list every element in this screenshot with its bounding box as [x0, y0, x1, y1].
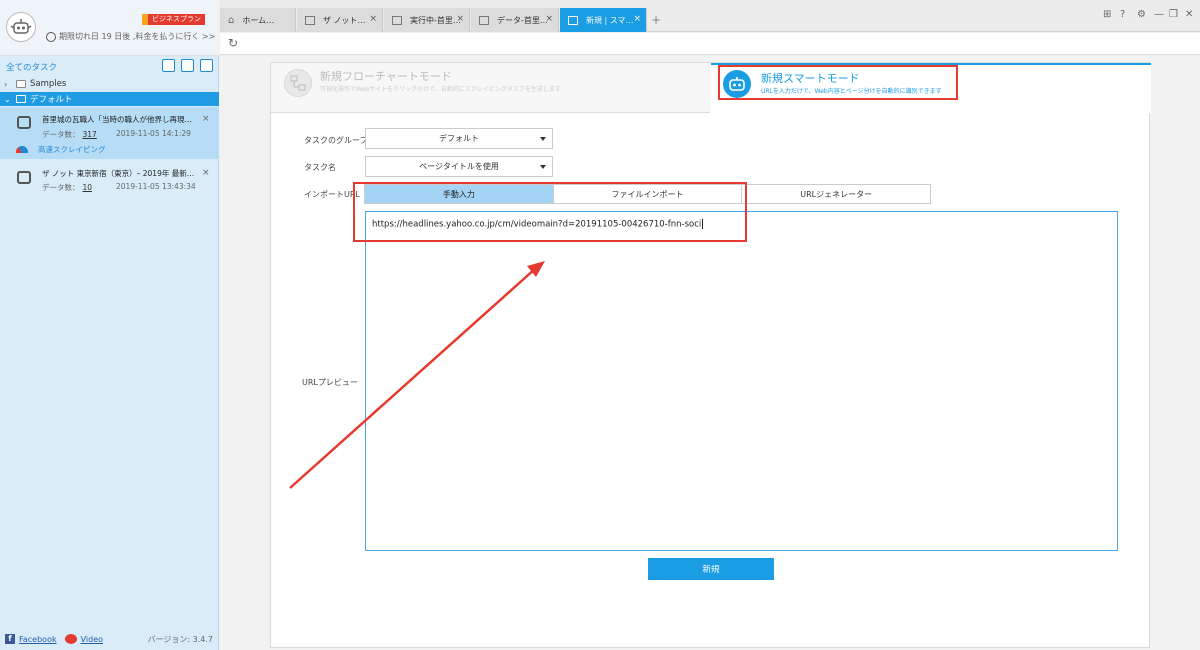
url-textarea[interactable]: https://headlines.yahoo.co.jp/cm/videoma…: [365, 211, 1118, 551]
robot-icon: [17, 171, 31, 184]
folder-icon: [16, 80, 26, 88]
chevron-down-icon[interactable]: ⌄: [4, 95, 12, 104]
close-icon[interactable]: ×: [202, 168, 210, 178]
close-icon[interactable]: ×: [202, 114, 210, 124]
search-task-icon[interactable]: [200, 59, 213, 72]
flowchart-mode-desc: 可視化操作でWebサイトをクリックだけで、自動的にスクレイピングタスクを生成しま…: [320, 86, 561, 93]
page-icon: [305, 15, 315, 25]
task-count-label: データ数：: [42, 130, 80, 139]
tree-folder-samples[interactable]: › Samples: [0, 77, 219, 91]
tab-data[interactable]: データ-首里… ×: [471, 8, 559, 32]
flowchart-icon: [284, 69, 312, 97]
sidebar-footer: f Facebook Video バージョン: 3.4.7: [0, 628, 219, 650]
speedometer-icon: [16, 146, 28, 153]
add-tab-icon[interactable]: +: [651, 13, 661, 27]
video-link[interactable]: Video: [81, 635, 103, 644]
task-count: データ数： 317: [42, 129, 97, 140]
version-text: バージョン: 3.4.7: [147, 634, 213, 644]
expiry-text: 期限切れ日 19 日後 ,料金を払うに行く >>: [59, 32, 216, 41]
new-task-panel: 新規フローチャートモード 可視化操作でWebサイトをクリックだけで、自動的にスク…: [270, 62, 1151, 648]
task-title: 首里城の瓦職人「当時の職人が他界し再現…: [42, 115, 192, 124]
task-count-label: データ数：: [42, 183, 80, 192]
page-icon: [568, 15, 578, 25]
facebook-link[interactable]: Facebook: [19, 635, 57, 644]
profile-area: ビジネスプラン 期限切れ日 19 日後 ,料金を払うに行く >>: [0, 0, 219, 56]
facebook-icon[interactable]: f: [5, 634, 15, 644]
tab-label: 実行中-首里…: [410, 15, 461, 25]
address-bar: ↻: [220, 33, 1200, 55]
group-select-value: デフォルト: [439, 134, 479, 143]
tab-the-knot[interactable]: ザ ノット… ×: [297, 8, 383, 32]
task-name-value: ページタイトルを使用: [419, 162, 499, 171]
main-content: 新規フローチャートモード 可視化操作でWebサイトをクリックだけで、自動的にスク…: [220, 56, 1200, 650]
home-icon: ⌂: [228, 14, 235, 26]
chevron-down-icon: [540, 165, 546, 169]
gift-icon[interactable]: ⊞: [1103, 9, 1111, 20]
group-select[interactable]: デフォルト: [365, 128, 553, 149]
expiry-link[interactable]: 期限切れ日 19 日後 ,料金を払うに行く >>: [46, 31, 215, 42]
tab-label: ザ ノット…: [323, 15, 366, 25]
speed-scraping-row[interactable]: 高速スクレイピング: [16, 144, 106, 155]
create-button[interactable]: 新規: [648, 558, 774, 580]
folder-label: デフォルト: [30, 95, 73, 105]
task-item[interactable]: ザ ノット 東京新宿（東京）– 2019年 最新… データ数： 10 2019-1…: [0, 162, 219, 198]
import-task-icon[interactable]: [162, 59, 175, 72]
chevron-right-icon[interactable]: ›: [4, 80, 12, 89]
tab-bar: ⌂ ホーム… ザ ノット… × 実行中-首里… × データ-首里… × 新規 |…: [220, 0, 1200, 32]
task-date: 2019-11-05 14:1:29: [116, 129, 191, 138]
sidebar: ビジネスプラン 期限切れ日 19 日後 ,料金を払うに行く >> 全てのタスク …: [0, 0, 219, 650]
robot-icon: [17, 116, 31, 129]
url-preview-label: URLプレビュー: [302, 378, 358, 387]
tab-url-generator[interactable]: URLジェネレーター: [741, 184, 932, 204]
tab-label: ホーム…: [242, 15, 275, 25]
all-tasks-bar: 全てのタスク: [0, 57, 219, 75]
page-icon: [392, 15, 402, 25]
add-task-icon[interactable]: [181, 59, 194, 72]
task-item[interactable]: 首里城の瓦職人「当時の職人が他界し再現… データ数： 317 2019-11-05…: [0, 107, 219, 159]
restore-icon[interactable]: ❐: [1169, 9, 1178, 20]
minimize-icon[interactable]: —: [1154, 9, 1164, 20]
task-title: ザ ノット 東京新宿（東京）– 2019年 最新…: [42, 169, 194, 178]
close-icon[interactable]: ×: [456, 14, 464, 24]
flowchart-mode-title: 新規フローチャートモード: [320, 70, 452, 83]
group-label: タスクのグループ: [304, 136, 368, 145]
help-icon[interactable]: ?: [1120, 9, 1125, 20]
tab-running[interactable]: 実行中-首里… ×: [384, 8, 470, 32]
speed-label: 高速スクレイピング: [38, 145, 106, 154]
avatar[interactable]: [6, 12, 36, 42]
close-icon[interactable]: ×: [545, 14, 553, 24]
page-icon: [479, 15, 489, 25]
close-icon[interactable]: ×: [369, 14, 377, 24]
close-icon[interactable]: ×: [633, 14, 641, 24]
robot-logo-icon: [10, 19, 32, 34]
task-name-label: タスク名: [304, 163, 336, 172]
folder-label: Samples: [30, 79, 67, 89]
all-tasks-label[interactable]: 全てのタスク: [6, 61, 57, 73]
alarm-clock-icon: [46, 31, 56, 42]
highlight-box: [353, 182, 747, 242]
tab-label: データ-首里…: [497, 15, 548, 25]
import-url-label: インポートURL: [304, 190, 360, 199]
gear-icon[interactable]: ⚙: [1137, 9, 1146, 20]
tree-folder-default[interactable]: ⌄ デフォルト: [0, 92, 219, 106]
highlight-box: [718, 65, 958, 100]
task-name-select[interactable]: ページタイトルを使用: [365, 156, 553, 177]
task-date: 2019-11-05 13:43:34: [116, 182, 196, 191]
chevron-down-icon: [540, 137, 546, 141]
youtube-icon[interactable]: [64, 634, 77, 644]
refresh-icon[interactable]: ↻: [228, 36, 238, 50]
task-count-value[interactable]: 317: [83, 130, 97, 139]
tab-new-smart[interactable]: 新規 | スマ… ×: [560, 8, 647, 32]
close-window-icon[interactable]: ✕: [1185, 9, 1193, 20]
task-count-value[interactable]: 10: [83, 183, 93, 192]
tab-home[interactable]: ⌂ ホーム…: [220, 8, 296, 32]
plan-badge: ビジネスプラン: [142, 14, 205, 25]
flowchart-mode-card[interactable]: 新規フローチャートモード 可視化操作でWebサイトをクリックだけで、自動的にスク…: [271, 63, 710, 113]
tab-label: 新規 | スマ…: [586, 15, 634, 25]
task-count: データ数： 10: [42, 182, 92, 193]
folder-icon: [16, 95, 26, 103]
plan-badge-label: ビジネスプラン: [148, 14, 205, 25]
